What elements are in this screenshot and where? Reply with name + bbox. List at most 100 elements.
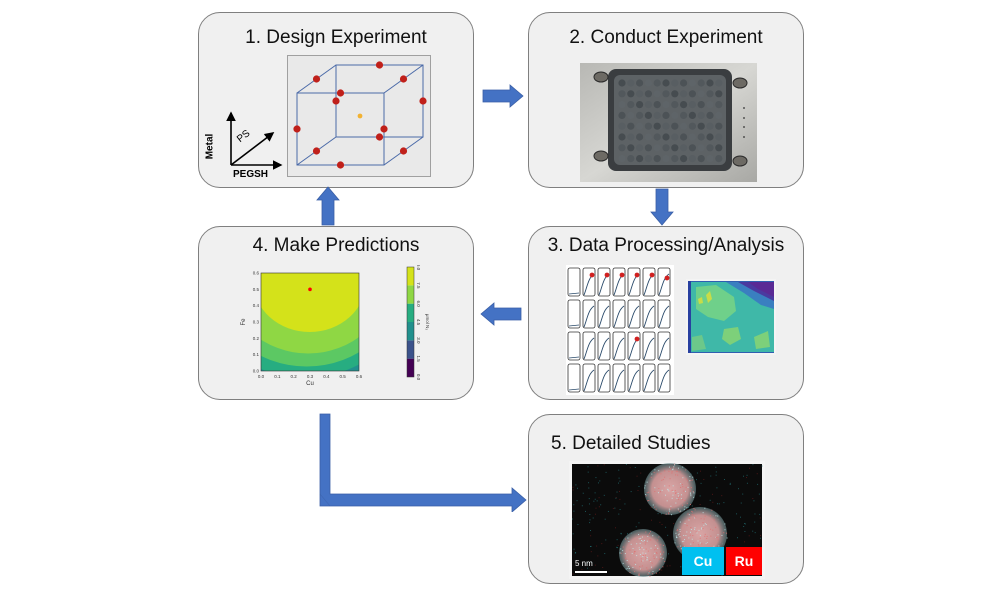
arrow-4-to-1 bbox=[316, 186, 340, 226]
well bbox=[627, 122, 635, 130]
well bbox=[653, 144, 661, 152]
design-point bbox=[399, 75, 408, 83]
well bbox=[662, 101, 670, 109]
selected-point bbox=[604, 272, 610, 278]
well bbox=[697, 133, 705, 141]
step-4-make-predictions: 4. Make Predictions 0.0 0.1 0.2 0.3 0.4 0.5 0.… bbox=[198, 226, 474, 400]
step-1-design-experiment: 1. Design Experiment Metal PS PEGSH bbox=[198, 12, 474, 188]
step-3-data-processing: 3. Data Processing/Analysis bbox=[528, 226, 804, 400]
well bbox=[706, 144, 714, 152]
cube-front-face bbox=[296, 92, 385, 166]
colorbar-segment bbox=[407, 267, 414, 286]
step-1-title: 1. Design Experiment bbox=[245, 27, 427, 48]
selected-point bbox=[634, 336, 640, 342]
well bbox=[627, 144, 635, 152]
well bbox=[653, 111, 661, 119]
legend-cu-label: Cu bbox=[693, 553, 713, 569]
well bbox=[653, 122, 661, 130]
arrow-2-to-3 bbox=[650, 188, 674, 226]
well bbox=[644, 79, 652, 87]
well bbox=[644, 90, 652, 98]
x-tick-label: 0.5 bbox=[340, 374, 347, 379]
scale-bar bbox=[575, 571, 607, 573]
well bbox=[680, 111, 688, 119]
well bbox=[671, 111, 679, 119]
well bbox=[636, 133, 644, 141]
well bbox=[688, 133, 696, 141]
y-tick-label: 0.4 bbox=[253, 303, 260, 308]
well bbox=[671, 133, 679, 141]
well bbox=[715, 111, 723, 119]
curve-cell bbox=[567, 331, 581, 361]
curve-cell bbox=[567, 363, 581, 393]
kinetic-curves-grid bbox=[566, 265, 674, 395]
well bbox=[671, 90, 679, 98]
x-tick-label: 0.1 bbox=[274, 374, 281, 379]
well bbox=[680, 133, 688, 141]
selected-point bbox=[649, 272, 655, 278]
y-axis-label: Fe bbox=[241, 318, 247, 326]
well bbox=[688, 90, 696, 98]
well bbox=[697, 101, 705, 109]
well bbox=[706, 111, 714, 119]
activity-heatmap bbox=[686, 279, 776, 355]
prediction-contour-plot: 0.0 0.1 0.2 0.3 0.4 0.5 0.6 0.0 0.1 0.2 0.3 0.4 0.5 0… bbox=[239, 265, 449, 395]
well bbox=[662, 111, 670, 119]
colorbar-segment bbox=[407, 340, 414, 359]
well bbox=[697, 122, 705, 130]
well bbox=[671, 122, 679, 130]
well bbox=[627, 90, 635, 98]
cube-back-face bbox=[335, 64, 424, 138]
y-tick-label: 0.6 bbox=[253, 271, 260, 276]
design-point bbox=[293, 125, 301, 133]
well bbox=[618, 79, 626, 87]
well bbox=[644, 133, 652, 141]
well bbox=[662, 79, 670, 87]
x-tick-label: 0.4 bbox=[323, 374, 330, 379]
well bbox=[627, 101, 635, 109]
well bbox=[653, 133, 661, 141]
well bbox=[618, 111, 626, 119]
well bbox=[715, 122, 723, 130]
legend-ru: Ru bbox=[726, 547, 762, 575]
well bbox=[688, 111, 696, 119]
well bbox=[715, 144, 723, 152]
selected-point bbox=[589, 272, 595, 278]
well bbox=[706, 122, 714, 130]
design-point bbox=[312, 75, 321, 83]
well bbox=[662, 155, 670, 163]
well bbox=[680, 122, 688, 130]
well bbox=[662, 133, 670, 141]
design-point bbox=[336, 89, 345, 97]
colorbar-tick-label: 1.5 bbox=[416, 356, 421, 363]
well bbox=[653, 155, 661, 163]
legend-ru-label: Ru bbox=[734, 553, 754, 569]
well bbox=[644, 144, 652, 152]
well bbox=[627, 133, 635, 141]
well bbox=[636, 144, 644, 152]
y-tick-label: 0.5 bbox=[253, 287, 260, 292]
colorbar-segment bbox=[407, 285, 414, 304]
design-point bbox=[312, 147, 321, 155]
well bbox=[688, 101, 696, 109]
well bbox=[697, 111, 705, 119]
well bbox=[627, 155, 635, 163]
well bbox=[671, 155, 679, 163]
step-2-title: 2. Conduct Experiment bbox=[569, 27, 763, 48]
step-4-title: 4. Make Predictions bbox=[252, 235, 420, 256]
eds-map-image: Cu Ru 5 nm bbox=[569, 461, 765, 579]
step-5-title: 5. Detailed Studies bbox=[551, 433, 711, 454]
well bbox=[706, 133, 714, 141]
well bbox=[697, 90, 705, 98]
well bbox=[715, 101, 723, 109]
well bbox=[688, 79, 696, 87]
design-point bbox=[380, 125, 388, 133]
well bbox=[636, 90, 644, 98]
axis-label-metal: Metal bbox=[204, 133, 216, 160]
colorbar-tick-label: 6.0 bbox=[416, 301, 421, 308]
arrow-4-to-5-elbow bbox=[319, 413, 527, 512]
well bbox=[653, 79, 661, 87]
well bbox=[627, 111, 635, 119]
well bbox=[671, 101, 679, 109]
center-point bbox=[357, 113, 363, 119]
